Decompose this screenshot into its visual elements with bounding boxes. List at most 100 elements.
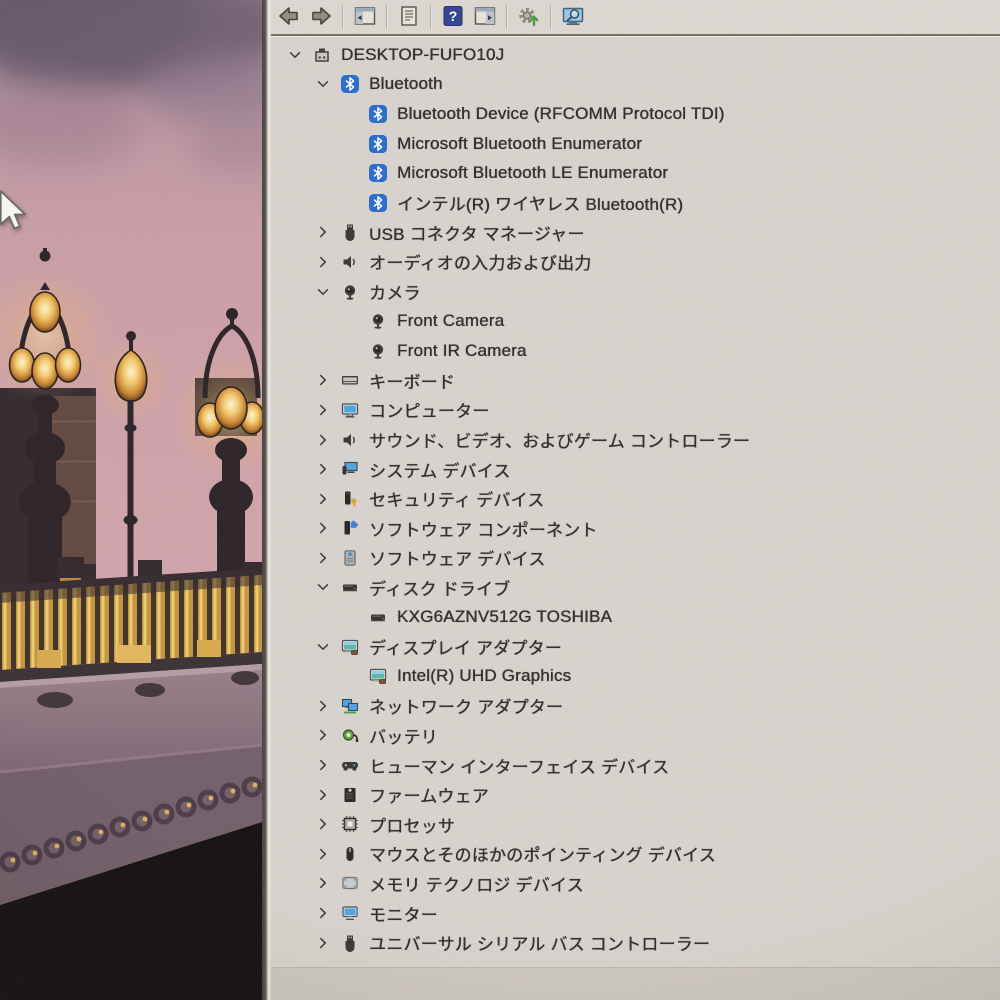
usb-icon [341,223,359,242]
device-manager-toolbar: ? [271,0,1000,37]
chevron-down-icon[interactable] [313,282,333,302]
tree-item[interactable]: Front IR Camera [271,336,1000,366]
chevron-down-icon[interactable] [285,45,305,65]
chevron-right-icon[interactable] [313,785,333,805]
tree-item-label: Intel(R) UHD Graphics [397,666,572,686]
chevron-right-icon[interactable] [313,252,333,272]
tree-item[interactable]: Microsoft Bluetooth Enumerator [271,129,1000,159]
tree-item-label: プロセッサ [369,816,455,836]
tree-item[interactable]: Intel(R) UHD Graphics [271,661,1000,691]
tree-item[interactable]: コンピューター [271,395,1000,425]
memory-icon [341,874,359,892]
chevron-right-icon[interactable] [313,518,333,538]
bluetooth-icon [369,193,387,212]
mouse-cursor-icon [0,190,27,230]
show-action-pane-icon [473,4,497,31]
audio-icon [341,431,359,449]
chevron-right-icon[interactable] [313,844,333,864]
forward-icon [309,4,333,31]
bluetooth-icon [369,134,387,153]
chevron-right-icon[interactable] [313,459,333,479]
tree-item-label: DESKTOP-FUFO10J [341,44,505,64]
tree-item[interactable]: ディスプレイ アダプター [271,632,1000,662]
bluetooth-icon [341,75,359,94]
tree-item-label: Front Camera [397,311,505,331]
tree-item-label: インテル(R) ワイヤレス Bluetooth(R) [397,195,684,215]
tree-item[interactable]: サウンド、ビデオ、およびゲーム コントローラー [271,425,1000,455]
tree-item-label: Front IR Camera [397,340,527,360]
tree-item-label: システム デバイス [369,461,511,481]
show-action-pane-button[interactable] [470,3,500,31]
tree-item-label: Microsoft Bluetooth Enumerator [397,133,643,153]
chevron-right-icon[interactable] [313,933,333,953]
tree-item[interactable]: モニター [271,898,1000,928]
tree-item[interactable]: Microsoft Bluetooth LE Enumerator [271,158,1000,188]
tree-item[interactable]: Bluetooth [271,70,1000,100]
toolbar-separator [386,5,388,29]
help-button[interactable]: ? [438,3,468,31]
chevron-right-icon[interactable] [313,755,333,775]
tree-item[interactable]: セキュリティ デバイス [271,484,1000,514]
security-icon [341,490,359,508]
chevron-right-icon[interactable] [313,548,333,568]
screen-bottom-band [271,967,1000,1000]
tree-item[interactable]: ソフトウェア コンポーネント [271,514,1000,544]
update-driver-button[interactable] [514,3,544,31]
chevron-right-icon[interactable] [313,222,333,242]
tree-item[interactable]: Front Camera [271,306,1000,336]
chevron-right-icon[interactable] [313,814,333,834]
tree-item-label: カメラ [369,284,421,304]
tree-item[interactable]: USB コネクタ マネージャー [271,218,1000,248]
show-console-tree-button[interactable] [350,3,380,31]
tree-item[interactable]: カメラ [271,277,1000,307]
monitor-icon [341,904,359,922]
tree-item-label: Microsoft Bluetooth LE Enumerator [397,163,669,183]
device-tree: DESKTOP-FUFO10J Bluetooth Bluetooth Device… [271,40,1000,957]
tree-item[interactable]: インテル(R) ワイヤレス Bluetooth(R) [271,188,1000,218]
chevron-right-icon[interactable] [313,400,333,420]
chevron-down-icon[interactable] [313,74,333,94]
tree-item[interactable]: KXG6AZNV512G TOSHIBA [271,602,1000,632]
tree-item[interactable]: ファームウェア [271,780,1000,810]
back-icon [277,4,301,31]
tree-item[interactable]: ネットワーク アダプター [271,691,1000,721]
export-list-button[interactable] [394,3,424,31]
tree-item[interactable]: バッテリ [271,721,1000,751]
tree-item[interactable]: システム デバイス [271,454,1000,484]
camera-icon [369,342,387,360]
forward-button[interactable] [306,3,336,31]
toolbar-separator [430,5,432,29]
software-device-icon [341,549,359,567]
tree-item[interactable]: ヒューマン インターフェイス デバイス [271,750,1000,780]
system-devices-icon [341,460,359,478]
chevron-right-icon[interactable] [313,430,333,450]
window-left-edge [262,0,271,1000]
tree-item[interactable]: メモリ テクノロジ デバイス [271,869,1000,899]
back-button[interactable] [274,3,304,31]
scan-hardware-changes-button[interactable] [558,3,588,31]
toolbar-separator [506,5,508,29]
chevron-right-icon[interactable] [313,696,333,716]
tree-item[interactable]: Bluetooth Device (RFCOMM Protocol TDI) [271,99,1000,129]
tree-item-label: ソフトウェア コンポーネント [369,520,598,540]
chevron-right-icon[interactable] [313,873,333,893]
chevron-down-icon[interactable] [313,577,333,597]
tree-item-label: セキュリティ デバイス [369,491,545,511]
tree-item[interactable]: DESKTOP-FUFO10J [271,40,1000,70]
chevron-right-icon[interactable] [313,489,333,509]
tree-item-label: Bluetooth [369,74,443,94]
chevron-right-icon[interactable] [313,903,333,923]
tree-item[interactable]: オーディオの入力および出力 [271,247,1000,277]
chevron-right-icon[interactable] [313,370,333,390]
tree-item[interactable]: ソフトウェア デバイス [271,543,1000,573]
bluetooth-icon [369,104,387,123]
tree-item[interactable]: マウスとそのほかのポインティング デバイス [271,839,1000,869]
tree-item[interactable]: ユニバーサル シリアル バス コントローラー [271,928,1000,958]
chevron-down-icon[interactable] [313,637,333,657]
tree-item[interactable]: プロセッサ [271,809,1000,839]
chevron-right-icon[interactable] [313,725,333,745]
tree-item[interactable]: キーボード [271,366,1000,396]
tree-item[interactable]: ディスク ドライブ [271,573,1000,603]
